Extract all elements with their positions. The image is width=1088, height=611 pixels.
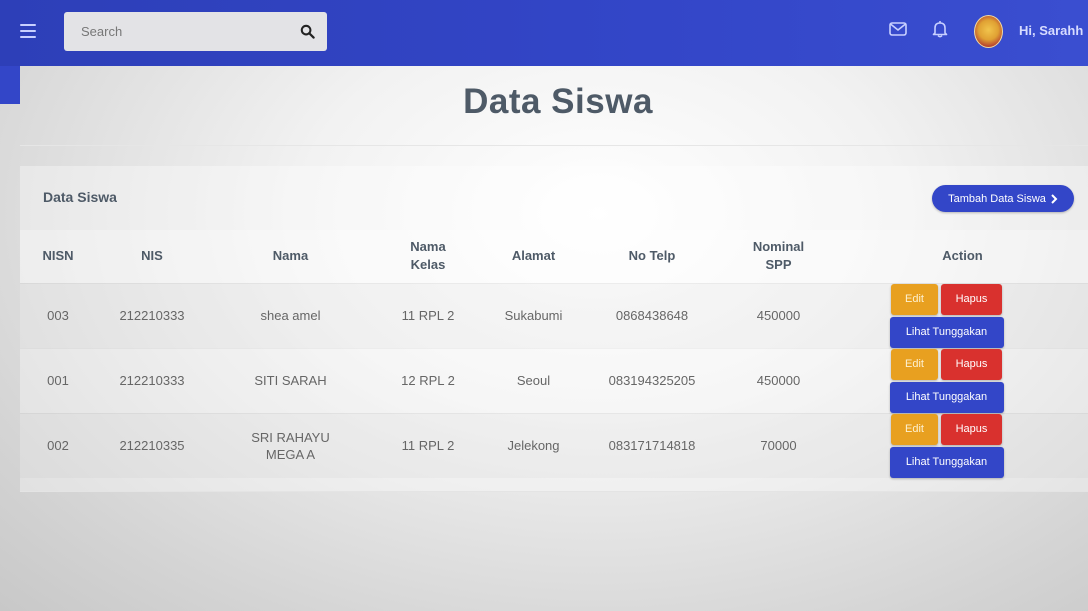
cell-action: Edit Hapus Lihat Tunggakan: [837, 412, 1088, 478]
cell-telp: 0868438648: [584, 282, 720, 348]
table-header-row: NISN NIS Nama Nama Kelas Alamat No Telp …: [20, 230, 1088, 283]
edit-button[interactable]: Edit: [891, 413, 938, 445]
row-actions: Edit Hapus Lihat Tunggakan: [889, 413, 1005, 478]
search-bar: [64, 12, 327, 51]
cell-spp: 450000: [720, 347, 837, 413]
header-nisn: NISN: [20, 230, 96, 283]
header-telp: No Telp: [584, 230, 720, 283]
student-table-wrapper: NISN NIS Nama Nama Kelas Alamat No Telp …: [20, 230, 1088, 478]
table-row: 002 212210335 SRI RAHAYU MEGA A 11 RPL 2…: [20, 412, 1088, 478]
view-arrears-button[interactable]: Lihat Tunggakan: [889, 446, 1004, 478]
table-row: 001 212210333 SITI SARAH 12 RPL 2 Seoul …: [20, 347, 1088, 413]
edit-button[interactable]: Edit: [891, 348, 938, 380]
cell-nama-text: SRI RAHAYU MEGA A: [251, 429, 330, 462]
add-student-label: Tambah Data Siswa: [948, 192, 1046, 205]
row-actions: Edit Hapus Lihat Tunggakan: [889, 348, 1005, 413]
cell-nis: 212210333: [96, 347, 208, 413]
cell-nisn: 002: [20, 412, 96, 478]
mail-icon[interactable]: [889, 22, 907, 41]
search-icon[interactable]: [300, 24, 315, 39]
chevron-right-icon: [1051, 193, 1058, 204]
cell-alamat: Seoul: [483, 347, 584, 413]
header-kelas: Nama Kelas: [373, 230, 483, 283]
card-title: Data Siswa: [43, 189, 117, 205]
table-row: 003 212210333 shea amel 11 RPL 2 Sukabum…: [20, 282, 1088, 348]
cell-nisn: 003: [20, 282, 96, 348]
search-input[interactable]: [64, 12, 294, 51]
menu-toggle-icon[interactable]: [20, 24, 36, 38]
cell-action: Edit Hapus Lihat Tunggakan: [837, 282, 1088, 348]
student-table: NISN NIS Nama Nama Kelas Alamat No Telp …: [20, 230, 1088, 478]
cell-kelas: 12 RPL 2: [373, 347, 483, 413]
cell-nis: 212210335: [96, 412, 208, 478]
cell-nis: 212210333: [96, 282, 208, 348]
header-nama: Nama: [208, 230, 373, 283]
cell-telp: 083194325205: [584, 347, 720, 413]
cell-spp: 450000: [720, 282, 837, 348]
cell-spp: 70000: [720, 412, 837, 478]
cell-nama: shea amel: [208, 282, 373, 348]
cell-alamat: Jelekong: [483, 412, 584, 478]
view-arrears-button[interactable]: Lihat Tunggakan: [889, 381, 1004, 413]
header-spp: Nominal SPP: [720, 230, 837, 283]
delete-button[interactable]: Hapus: [941, 348, 1002, 380]
delete-button[interactable]: Hapus: [941, 413, 1002, 445]
add-student-button[interactable]: Tambah Data Siswa: [932, 185, 1074, 212]
header-alamat: Alamat: [483, 230, 584, 283]
cell-nisn: 001: [20, 347, 96, 413]
cell-kelas: 11 RPL 2: [373, 412, 483, 478]
header-kelas-label: Nama Kelas: [410, 239, 446, 273]
cell-kelas: 11 RPL 2: [373, 282, 483, 348]
header-action: Action: [837, 230, 1088, 283]
avatar[interactable]: [974, 15, 1003, 48]
user-menu-label[interactable]: Hi, Sarahh: [1019, 23, 1083, 38]
row-actions: Edit Hapus Lihat Tunggakan: [889, 283, 1005, 348]
cell-nama: SRI RAHAYU MEGA A: [208, 412, 373, 478]
bell-icon[interactable]: [932, 20, 948, 43]
cell-alamat: Sukabumi: [483, 282, 584, 348]
cell-telp: 083171714818: [584, 412, 720, 478]
header-nis: NIS: [96, 230, 208, 283]
header-spp-label: Nominal SPP: [752, 239, 805, 273]
cell-nama: SITI SARAH: [208, 347, 373, 413]
cell-action: Edit Hapus Lihat Tunggakan: [837, 347, 1088, 413]
edit-button[interactable]: Edit: [891, 283, 938, 315]
view-arrears-button[interactable]: Lihat Tunggakan: [889, 316, 1004, 348]
delete-button[interactable]: Hapus: [941, 283, 1002, 315]
page-title: Data Siswa: [463, 82, 653, 121]
